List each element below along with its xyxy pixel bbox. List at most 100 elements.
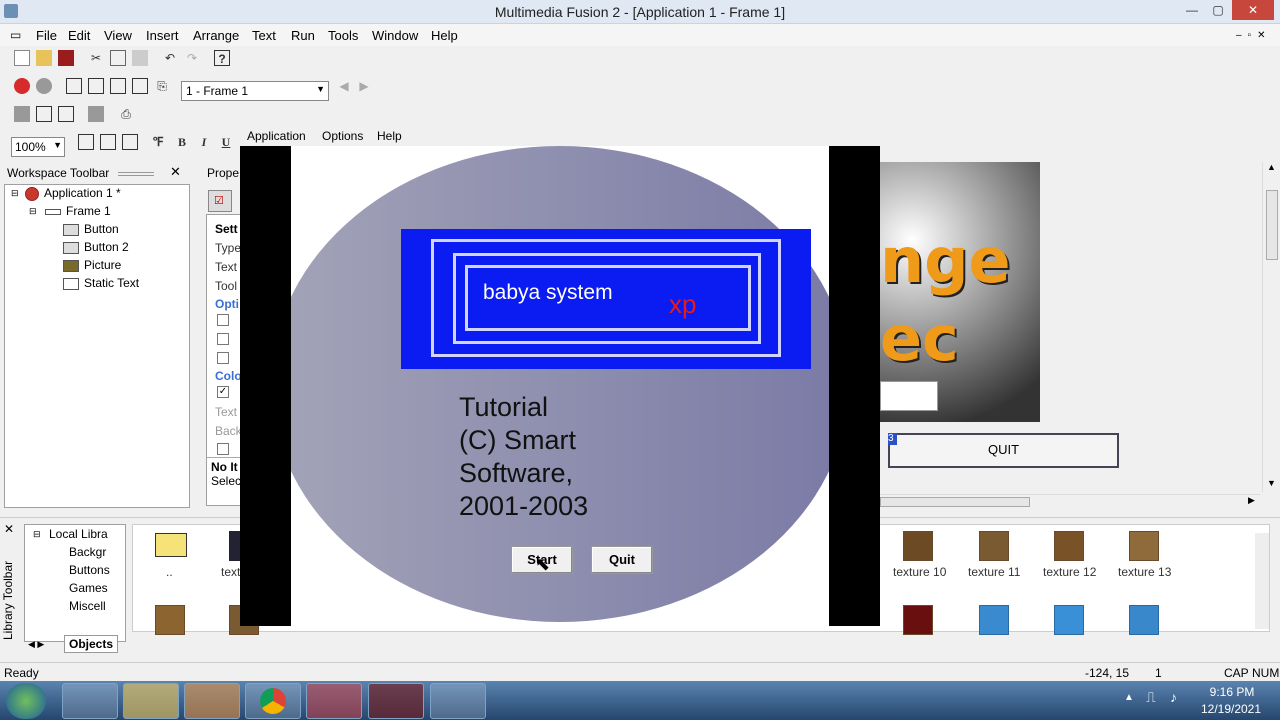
menu-text[interactable]: Text xyxy=(252,28,276,43)
paste-icon[interactable] xyxy=(132,50,148,66)
underline-icon[interactable]: U xyxy=(218,134,234,150)
clock-date[interactable]: 12/19/2021 xyxy=(1196,702,1266,716)
storyboard-icon[interactable] xyxy=(66,78,82,94)
property-row[interactable]: Type xyxy=(215,241,241,255)
static-text-object[interactable] xyxy=(880,381,938,411)
grid-setup-icon[interactable] xyxy=(122,134,138,150)
collapse-icon[interactable]: ⊟ xyxy=(11,188,19,199)
volume-icon[interactable]: ♪ xyxy=(1170,689,1177,705)
library-tree-item[interactable]: Backgr xyxy=(69,545,106,559)
menu-arrange[interactable]: Arrange xyxy=(193,28,239,43)
mdi-window-controls[interactable]: –▫✕ xyxy=(1236,30,1272,41)
preview-menu-help[interactable]: Help xyxy=(377,129,402,143)
internet-explorer-icon[interactable] xyxy=(62,683,118,719)
quit-button-object[interactable]: QUIT xyxy=(888,433,1119,468)
close-icon[interactable]: ✕ xyxy=(170,164,181,180)
snap-icon[interactable] xyxy=(100,134,116,150)
property-row[interactable]: Text xyxy=(215,260,237,274)
scroll-thumb[interactable] xyxy=(880,497,1030,507)
copy-icon[interactable] xyxy=(110,50,126,66)
texture-12-thumb[interactable] xyxy=(1054,531,1084,561)
tab-objects[interactable]: Objects xyxy=(64,635,118,653)
properties-tab-icon[interactable]: ☑ xyxy=(208,190,232,212)
preview-menu-application[interactable]: Application xyxy=(247,129,306,143)
clock-time[interactable]: 9:16 PM xyxy=(1200,685,1264,699)
media-player-icon[interactable] xyxy=(184,683,240,719)
previous-frame-icon[interactable]: ◀ xyxy=(336,78,352,94)
control-panel-icon[interactable] xyxy=(430,683,486,719)
close-icon[interactable]: ✕ xyxy=(4,522,14,536)
record-icon[interactable] xyxy=(36,78,52,94)
file-explorer-icon[interactable] xyxy=(123,683,179,719)
help-icon[interactable]: ? xyxy=(214,50,230,66)
menu-insert[interactable]: Insert xyxy=(146,28,179,43)
menu-window[interactable]: Window xyxy=(372,28,418,43)
texture-10-thumb[interactable] xyxy=(903,531,933,561)
tree-item-application[interactable]: Application 1 * xyxy=(25,186,121,201)
texture-thumb[interactable] xyxy=(979,605,1009,635)
library-tree-item[interactable]: Miscell xyxy=(69,599,106,613)
layers-icon[interactable] xyxy=(14,106,30,122)
bold-icon[interactable]: B xyxy=(174,134,190,150)
new-icon[interactable] xyxy=(14,50,30,66)
event-list-icon[interactable] xyxy=(132,78,148,94)
tree-item-static-text[interactable]: Static Text xyxy=(63,276,139,290)
scroll-thumb[interactable] xyxy=(1266,190,1278,260)
texture-thumb[interactable] xyxy=(1129,605,1159,635)
next-frame-icon[interactable]: ▶ xyxy=(356,78,372,94)
save-icon[interactable] xyxy=(58,50,74,66)
library-scrollbar[interactable] xyxy=(1255,533,1269,629)
library-tree-item[interactable]: Buttons xyxy=(69,563,110,577)
minimize-button[interactable]: — xyxy=(1180,0,1204,20)
maximize-button[interactable]: ▢ xyxy=(1206,0,1230,20)
tree-item-picture[interactable]: Picture xyxy=(63,258,121,272)
font-icon[interactable]: ℉ xyxy=(150,134,166,150)
list-icon[interactable] xyxy=(36,106,52,122)
frame-select[interactable]: 1 - Frame 1 ▼ xyxy=(181,81,329,101)
network-icon[interactable]: ⎍ xyxy=(1146,689,1156,706)
scroll-right-icon[interactable]: ▶ xyxy=(1248,495,1255,506)
comment-icon[interactable] xyxy=(58,106,74,122)
tree-item-button[interactable]: Button xyxy=(63,222,119,236)
library-tree-item[interactable]: Games xyxy=(69,581,108,595)
texture-thumb[interactable] xyxy=(903,605,933,635)
fusion-icon[interactable] xyxy=(306,683,362,719)
menu-file[interactable]: File xyxy=(36,28,57,43)
event-editor-icon[interactable] xyxy=(110,78,126,94)
frame-editor-icon[interactable] xyxy=(88,78,104,94)
print-icon[interactable]: ⎙ xyxy=(118,106,134,122)
grip-icon[interactable] xyxy=(118,172,154,176)
property-checkbox[interactable] xyxy=(217,352,229,364)
undo-icon[interactable]: ↶ xyxy=(162,50,178,66)
tab-scroll-icon[interactable]: ◀ ▶ xyxy=(28,639,44,650)
scroll-up-icon[interactable]: ▲ xyxy=(1267,162,1276,172)
system-menu-icon[interactable]: ▭ xyxy=(10,28,21,42)
italic-icon[interactable]: I xyxy=(196,134,212,150)
property-row[interactable]: Tool xyxy=(215,279,237,293)
horizontal-scrollbar[interactable]: ▶ xyxy=(880,494,1260,508)
menu-view[interactable]: View xyxy=(104,28,132,43)
scroll-down-icon[interactable]: ▼ xyxy=(1267,478,1276,488)
texture-11-thumb[interactable] xyxy=(979,531,1009,561)
menu-tools[interactable]: Tools xyxy=(328,28,358,43)
menu-run[interactable]: Run xyxy=(291,28,315,43)
game-icon[interactable] xyxy=(368,683,424,719)
chrome-icon[interactable] xyxy=(245,683,301,719)
folder-up-icon[interactable] xyxy=(155,533,187,557)
tray-expand-icon[interactable]: ▲ xyxy=(1124,692,1134,703)
start-orb-icon[interactable] xyxy=(6,683,46,719)
stop-icon[interactable] xyxy=(14,78,30,94)
texture-13-thumb[interactable] xyxy=(1129,531,1159,561)
library-tree-root[interactable]: Local Libra xyxy=(49,527,108,541)
property-checkbox-checked[interactable]: ✓ xyxy=(217,386,229,398)
zoom-select[interactable]: 100% ▼ xyxy=(11,137,65,157)
property-checkbox[interactable] xyxy=(217,333,229,345)
picture-object[interactable]: nge ec xyxy=(880,162,1040,422)
vertical-scrollbar[interactable]: ▲ ▼ xyxy=(1262,162,1280,492)
texture-thumb[interactable] xyxy=(155,605,185,635)
grid-icon[interactable] xyxy=(78,134,94,150)
tree-item-frame[interactable]: Frame 1 xyxy=(45,204,111,218)
cut-icon[interactable]: ✂ xyxy=(88,50,104,66)
data-elements-icon[interactable]: ⎘ xyxy=(154,78,170,94)
close-button[interactable]: ✕ xyxy=(1232,0,1274,20)
